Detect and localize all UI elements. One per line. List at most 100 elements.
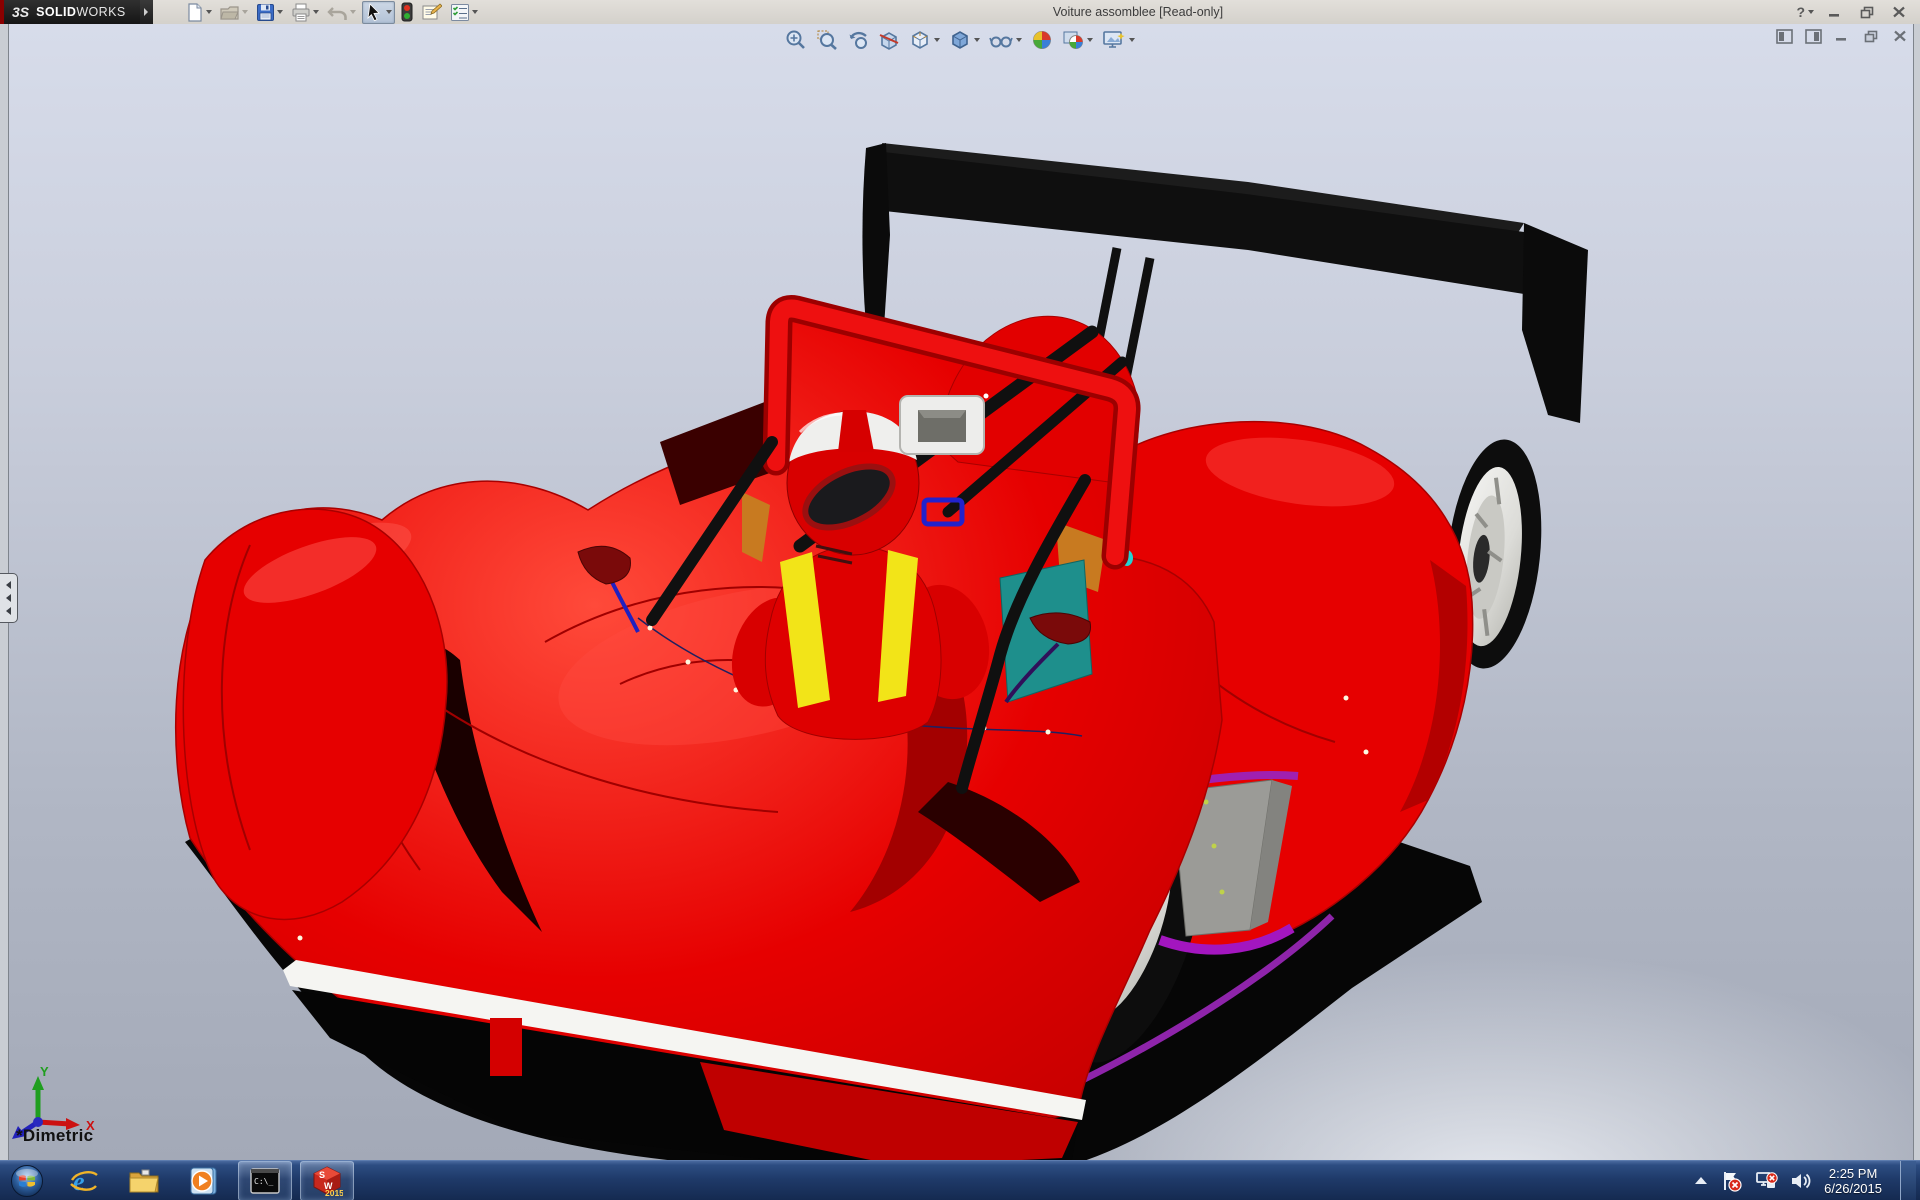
3ds-logo-icon: 3S <box>12 4 29 20</box>
previous-view-button[interactable] <box>846 28 870 52</box>
up-arrow-icon <box>1694 1176 1708 1186</box>
display-style-icon <box>949 29 971 51</box>
speaker-icon <box>1790 1171 1812 1191</box>
section-view-button[interactable] <box>877 28 901 52</box>
svg-text:S: S <box>319 1170 325 1180</box>
hide-show-items-button[interactable] <box>988 28 1023 52</box>
dropdown-icon[interactable] <box>277 10 283 14</box>
section-view-icon <box>878 29 900 51</box>
dropdown-icon[interactable] <box>242 10 248 14</box>
start-button[interactable] <box>0 1161 54 1200</box>
window-controls: ? <box>1796 4 1920 20</box>
volume-button[interactable] <box>1790 1171 1812 1191</box>
view-orientation-button[interactable] <box>908 28 941 52</box>
help-icon: ? <box>1796 4 1805 20</box>
system-tray: 2:25 PM 6/26/2015 <box>1694 1161 1920 1200</box>
restore-button[interactable] <box>1856 4 1878 20</box>
left-pane-toggle-button[interactable] <box>1774 28 1794 44</box>
taskbar-item-internet-explorer[interactable]: e <box>58 1162 110 1200</box>
taskbar-item-windows-explorer[interactable] <box>118 1162 170 1200</box>
undo-arrow-icon <box>327 3 348 22</box>
dropdown-icon[interactable] <box>206 10 212 14</box>
restore-icon <box>1864 30 1879 43</box>
apply-scene-button[interactable] <box>1061 28 1094 52</box>
restore-icon <box>1860 6 1875 19</box>
taskbar-item-command-prompt[interactable]: C:\_ <box>238 1161 292 1200</box>
show-desktop-button[interactable] <box>1900 1161 1916 1200</box>
view-orientation-label: *Dimetric <box>16 1126 93 1146</box>
solidworks-window: 3S SOLIDWORKS <box>0 0 1920 1200</box>
show-hidden-icons-button[interactable] <box>1694 1176 1708 1186</box>
featuremanager-collapse-tab[interactable] <box>0 573 18 623</box>
svg-text:e: e <box>73 1167 85 1196</box>
rebuild-button[interactable] <box>399 1 415 23</box>
view-settings-button[interactable] <box>1101 28 1136 52</box>
dropdown-icon[interactable] <box>1087 38 1093 42</box>
right-arrow-icon <box>144 8 148 16</box>
options-button[interactable] <box>448 2 480 23</box>
close-button[interactable] <box>1888 4 1910 20</box>
dropdown-icon[interactable] <box>1808 10 1814 14</box>
solidworks-logo: 3S SOLIDWORKS <box>0 0 140 24</box>
zoom-to-fit-button[interactable] <box>784 28 808 52</box>
help-button[interactable]: ? <box>1796 4 1814 20</box>
dropdown-icon[interactable] <box>350 10 356 14</box>
new-document-button[interactable] <box>183 2 214 23</box>
network-status-button[interactable] <box>1754 1170 1778 1192</box>
dropdown-icon[interactable] <box>1129 38 1135 42</box>
select-tool-button[interactable] <box>362 1 395 24</box>
previous-view-icon <box>847 29 869 51</box>
note-pencil-icon <box>421 2 442 22</box>
action-center-flag-icon <box>1720 1170 1742 1192</box>
appearance-ball-icon <box>1031 29 1053 51</box>
zoom-to-area-button[interactable] <box>815 28 839 52</box>
doc-close-button[interactable] <box>1890 28 1910 44</box>
dropdown-icon[interactable] <box>386 10 392 14</box>
right-pane-toggle-button[interactable] <box>1803 28 1823 44</box>
brand-works: WORKS <box>76 5 125 19</box>
taskbar-item-solidworks[interactable]: S W 2015 <box>300 1161 354 1200</box>
brand-solid: SOLID <box>36 5 76 19</box>
printer-icon <box>291 3 311 22</box>
save-floppy-icon <box>256 3 275 22</box>
dropdown-icon[interactable] <box>472 10 478 14</box>
dropdown-icon[interactable] <box>934 38 940 42</box>
dropdown-icon[interactable] <box>974 38 980 42</box>
undo-button[interactable] <box>325 2 358 23</box>
display-style-button[interactable] <box>948 28 981 52</box>
eyeglasses-icon <box>989 29 1013 51</box>
edit-appearance-button[interactable] <box>1030 28 1054 52</box>
apply-scene-icon <box>1062 29 1084 51</box>
left-arrow-icon <box>6 581 11 589</box>
minimize-button[interactable] <box>1824 4 1846 20</box>
zoom-to-area-icon <box>816 29 838 51</box>
doc-restore-button[interactable] <box>1861 28 1881 44</box>
headsup-view-toolbar <box>778 27 1142 53</box>
taskbar-clock[interactable]: 2:25 PM 6/26/2015 <box>1824 1166 1882 1196</box>
print-button[interactable] <box>289 2 321 23</box>
new-document-icon <box>185 3 204 22</box>
internet-explorer-icon: e <box>69 1166 99 1196</box>
open-document-button[interactable] <box>218 2 250 23</box>
left-arrow-icon <box>6 594 11 602</box>
intake-box <box>900 396 984 454</box>
file-properties-button[interactable] <box>419 1 444 23</box>
dropdown-icon[interactable] <box>1016 38 1022 42</box>
menu-expand-arrow[interactable] <box>140 0 153 24</box>
doc-minimize-button[interactable] <box>1832 28 1852 44</box>
left-arrow-icon <box>6 607 11 615</box>
action-center-button[interactable] <box>1720 1170 1742 1192</box>
dropdown-icon[interactable] <box>313 10 319 14</box>
close-icon <box>1893 30 1907 42</box>
media-player-icon <box>189 1166 219 1196</box>
sw-year-label: 2015 <box>325 1188 343 1197</box>
save-button[interactable] <box>254 2 285 23</box>
graphics-viewport[interactable]: Y X *Dimetric <box>0 24 1920 1160</box>
car-model-render[interactable] <box>0 24 1920 1160</box>
taskbar-item-media-player[interactable] <box>178 1162 230 1200</box>
windows-taskbar: e C:\_ <box>0 1160 1920 1200</box>
options-checklist-icon <box>450 3 470 22</box>
clock-time: 2:25 PM <box>1824 1166 1882 1181</box>
solidworks-2015-icon: S W 2015 <box>311 1165 343 1197</box>
window-title: Voiture assomblee [Read-only] <box>480 5 1797 19</box>
